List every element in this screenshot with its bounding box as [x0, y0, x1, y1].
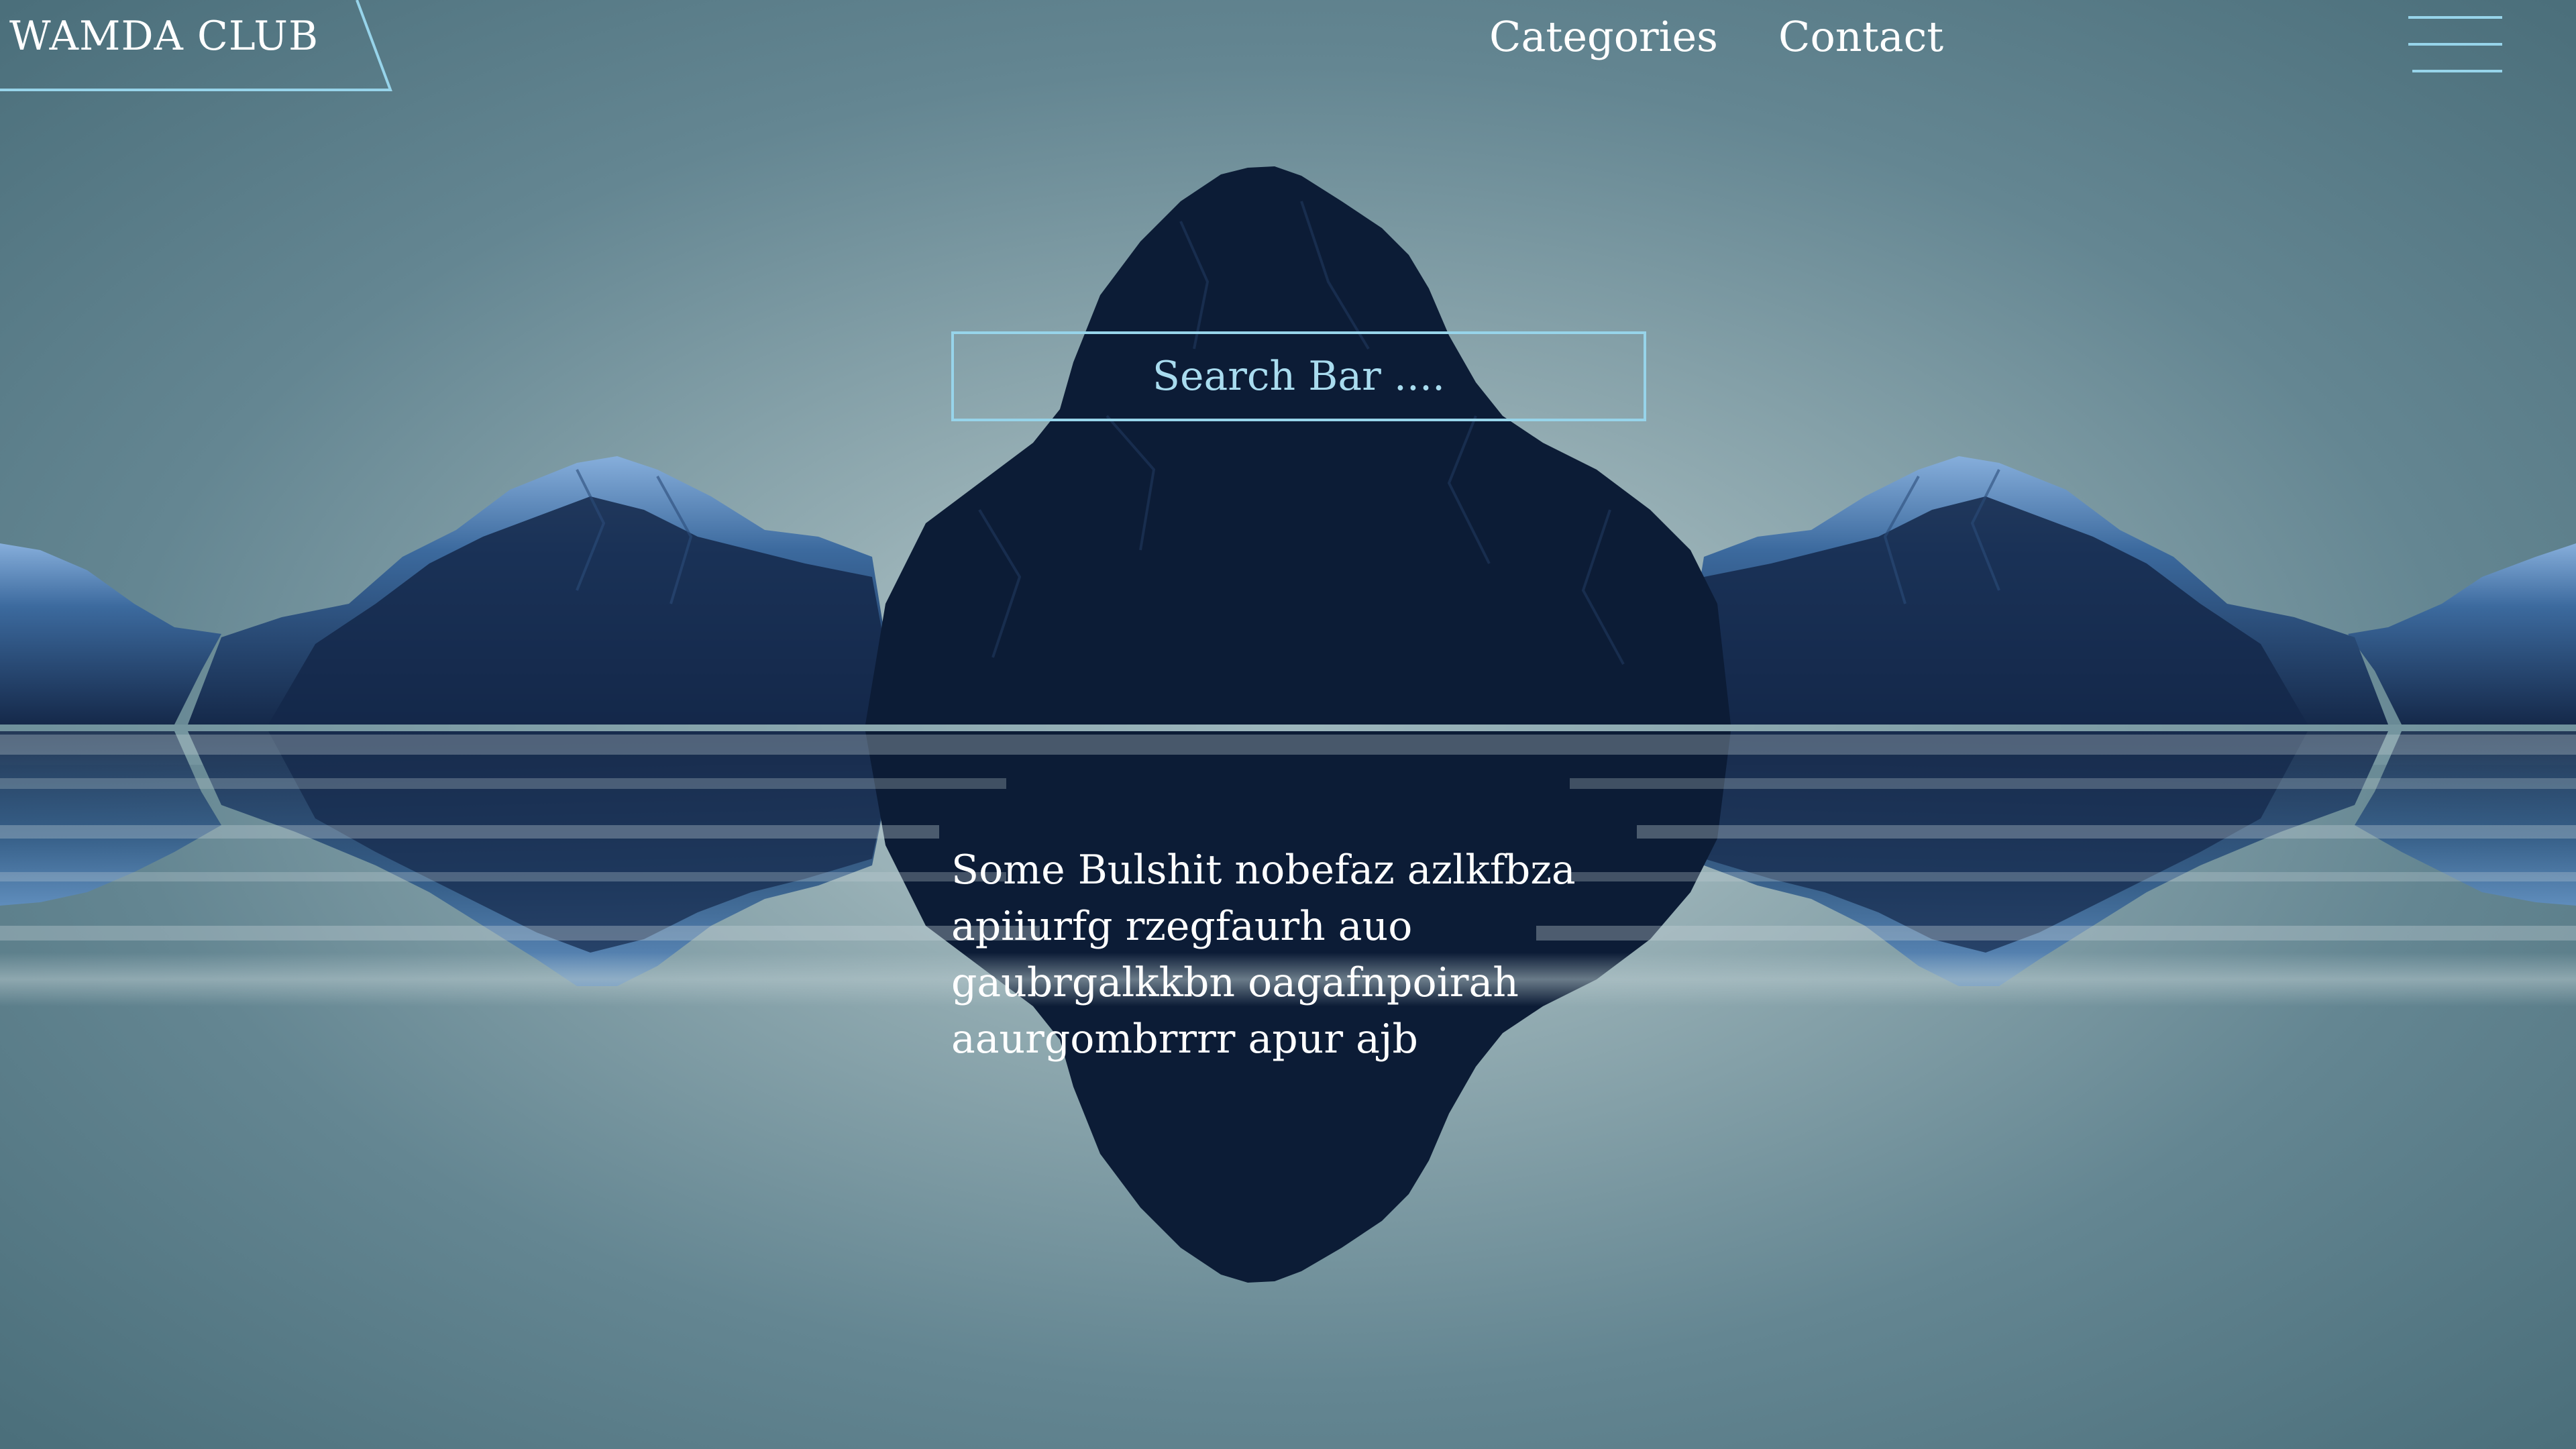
nav-link-categories[interactable]: Categories	[1489, 12, 1718, 62]
nav-link-contact[interactable]: Contact	[1778, 12, 1943, 62]
search-bar[interactable]: Search Bar ....	[951, 331, 1646, 421]
mountain-lake-background	[0, 0, 2576, 1449]
landing-page: WAMDA CLUB Categories Contact Search Bar…	[0, 0, 2576, 1449]
hamburger-menu-button[interactable]	[2402, 13, 2509, 77]
intro-paragraph: Some Bulshit nobefaz azlkfbza apiiurfg r…	[951, 847, 1576, 1063]
search-placeholder: Search Bar ....	[1152, 353, 1446, 400]
hamburger-menu-icon	[2408, 16, 2502, 72]
brand-name: WAMDA CLUB	[9, 13, 319, 60]
brand-logo[interactable]: WAMDA CLUB	[0, 0, 396, 94]
